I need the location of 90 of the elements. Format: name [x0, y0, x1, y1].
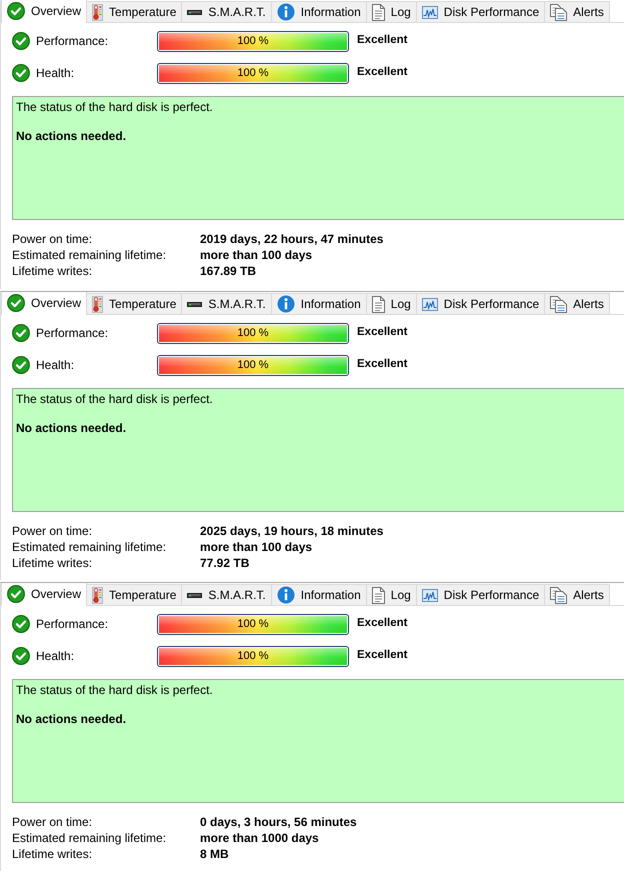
- rating-text: Excellent: [357, 616, 408, 632]
- detail-label: Power on time:: [12, 814, 94, 830]
- documents-icon: [550, 4, 568, 20]
- rating-text: Excellent: [357, 325, 408, 340]
- meter-reading: 100 %: [236, 648, 270, 664]
- tab[interactable]: Disk Performance: [416, 293, 546, 314]
- detail-value: 0 days, 3 hours, 56 minutes: [200, 814, 358, 830]
- detail-value: 2025 days, 19 hours, 18 minutes: [200, 523, 384, 539]
- detail-label: Estimated remaining lifetime:: [12, 539, 168, 555]
- detail-value: more than 1000 days: [200, 830, 320, 846]
- tab[interactable]: Overview: [1, 0, 88, 23]
- thermometer-icon: [92, 586, 104, 604]
- tab[interactable]: S.M.A.R.T.: [181, 293, 272, 314]
- meter-label: Health:: [36, 65, 76, 82]
- tab[interactable]: S.M.A.R.T.: [181, 1, 272, 22]
- rating-text: Excellent: [357, 33, 408, 48]
- rating-text: Excellent: [357, 357, 408, 372]
- rating-text: Excellent: [357, 648, 408, 664]
- tab[interactable]: S.M.A.R.T.: [181, 584, 272, 605]
- meter-reading: 100 %: [236, 34, 270, 49]
- documents-icon: [550, 296, 568, 312]
- detail-label: Estimated remaining lifetime:: [12, 830, 168, 846]
- meter-label: Performance:: [36, 33, 110, 50]
- thermometer-icon: [92, 4, 104, 20]
- detail-label: Power on time:: [12, 523, 94, 539]
- meter-reading: 100 %: [236, 66, 270, 81]
- check-circle-icon: [12, 356, 30, 374]
- detail-value: 2019 days, 22 hours, 47 minutes: [200, 231, 384, 247]
- tab[interactable]: Information: [270, 584, 367, 605]
- tab[interactable]: Temperature: [86, 1, 182, 22]
- detail-label: Estimated remaining lifetime:: [12, 247, 168, 263]
- thermometer-icon: [92, 296, 104, 312]
- info-icon: [276, 586, 295, 604]
- status-message: The status of the hard disk is perfect.: [16, 683, 214, 697]
- tab[interactable]: Alerts: [544, 584, 610, 605]
- detail-label: Lifetime writes:: [12, 555, 94, 571]
- status-message: The status of the hard disk is perfect.: [16, 392, 214, 406]
- detail-value: more than 100 days: [200, 539, 314, 555]
- meter-label: Performance:: [36, 616, 110, 633]
- tab[interactable]: Disk Performance: [416, 584, 546, 605]
- info-icon: [276, 295, 295, 313]
- status-message: The status of the hard disk is perfect.: [16, 100, 214, 114]
- check-circle-icon: [7, 294, 25, 312]
- meter-label: Health:: [36, 357, 76, 374]
- check-circle-icon: [7, 2, 25, 20]
- tab[interactable]: Information: [270, 1, 367, 22]
- tab[interactable]: Overview: [1, 583, 88, 606]
- action-message: No actions needed.: [16, 712, 128, 726]
- tab[interactable]: Log: [366, 584, 417, 605]
- action-message: No actions needed.: [16, 421, 128, 435]
- meter-label: Health:: [36, 648, 76, 665]
- chart-icon: [422, 298, 438, 310]
- detail-label: Lifetime writes:: [12, 263, 94, 279]
- document-icon: [372, 4, 385, 20]
- check-circle-icon: [12, 647, 30, 665]
- meter-label: Performance:: [36, 325, 110, 342]
- action-message: No actions needed.: [16, 129, 128, 143]
- check-circle-icon: [12, 64, 30, 82]
- check-circle-icon: [12, 615, 30, 633]
- tab[interactable]: Alerts: [544, 293, 610, 314]
- drive-slot-icon: [187, 10, 202, 14]
- chart-icon: [422, 588, 438, 602]
- meter-reading: 100 %: [236, 358, 270, 373]
- info-icon: [276, 3, 295, 21]
- documents-icon: [550, 586, 568, 604]
- tab[interactable]: Alerts: [544, 1, 610, 22]
- tab[interactable]: Overview: [1, 292, 88, 315]
- document-icon: [372, 296, 385, 312]
- check-circle-icon: [12, 32, 30, 50]
- detail-label: Lifetime writes:: [12, 846, 94, 862]
- tab[interactable]: Temperature: [86, 584, 182, 605]
- document-icon: [372, 586, 385, 604]
- tab[interactable]: Disk Performance: [416, 1, 546, 22]
- detail-value: more than 100 days: [200, 247, 314, 263]
- tab[interactable]: Temperature: [86, 293, 182, 314]
- tab[interactable]: Log: [366, 1, 417, 22]
- meter-reading: 100 %: [236, 616, 270, 632]
- check-circle-icon: [12, 324, 30, 342]
- chart-icon: [422, 6, 438, 18]
- detail-value: 77.92 TB: [200, 555, 250, 571]
- detail-value: 8 MB: [200, 846, 230, 862]
- check-circle-icon: [7, 584, 25, 602]
- detail-label: Power on time:: [12, 231, 94, 247]
- tab[interactable]: Log: [366, 293, 417, 314]
- rating-text: Excellent: [357, 65, 408, 80]
- tab[interactable]: Information: [270, 293, 367, 314]
- meter-reading: 100 %: [236, 326, 270, 341]
- drive-slot-icon: [187, 302, 202, 306]
- detail-value: 167.89 TB: [200, 263, 258, 279]
- drive-slot-icon: [187, 592, 202, 598]
